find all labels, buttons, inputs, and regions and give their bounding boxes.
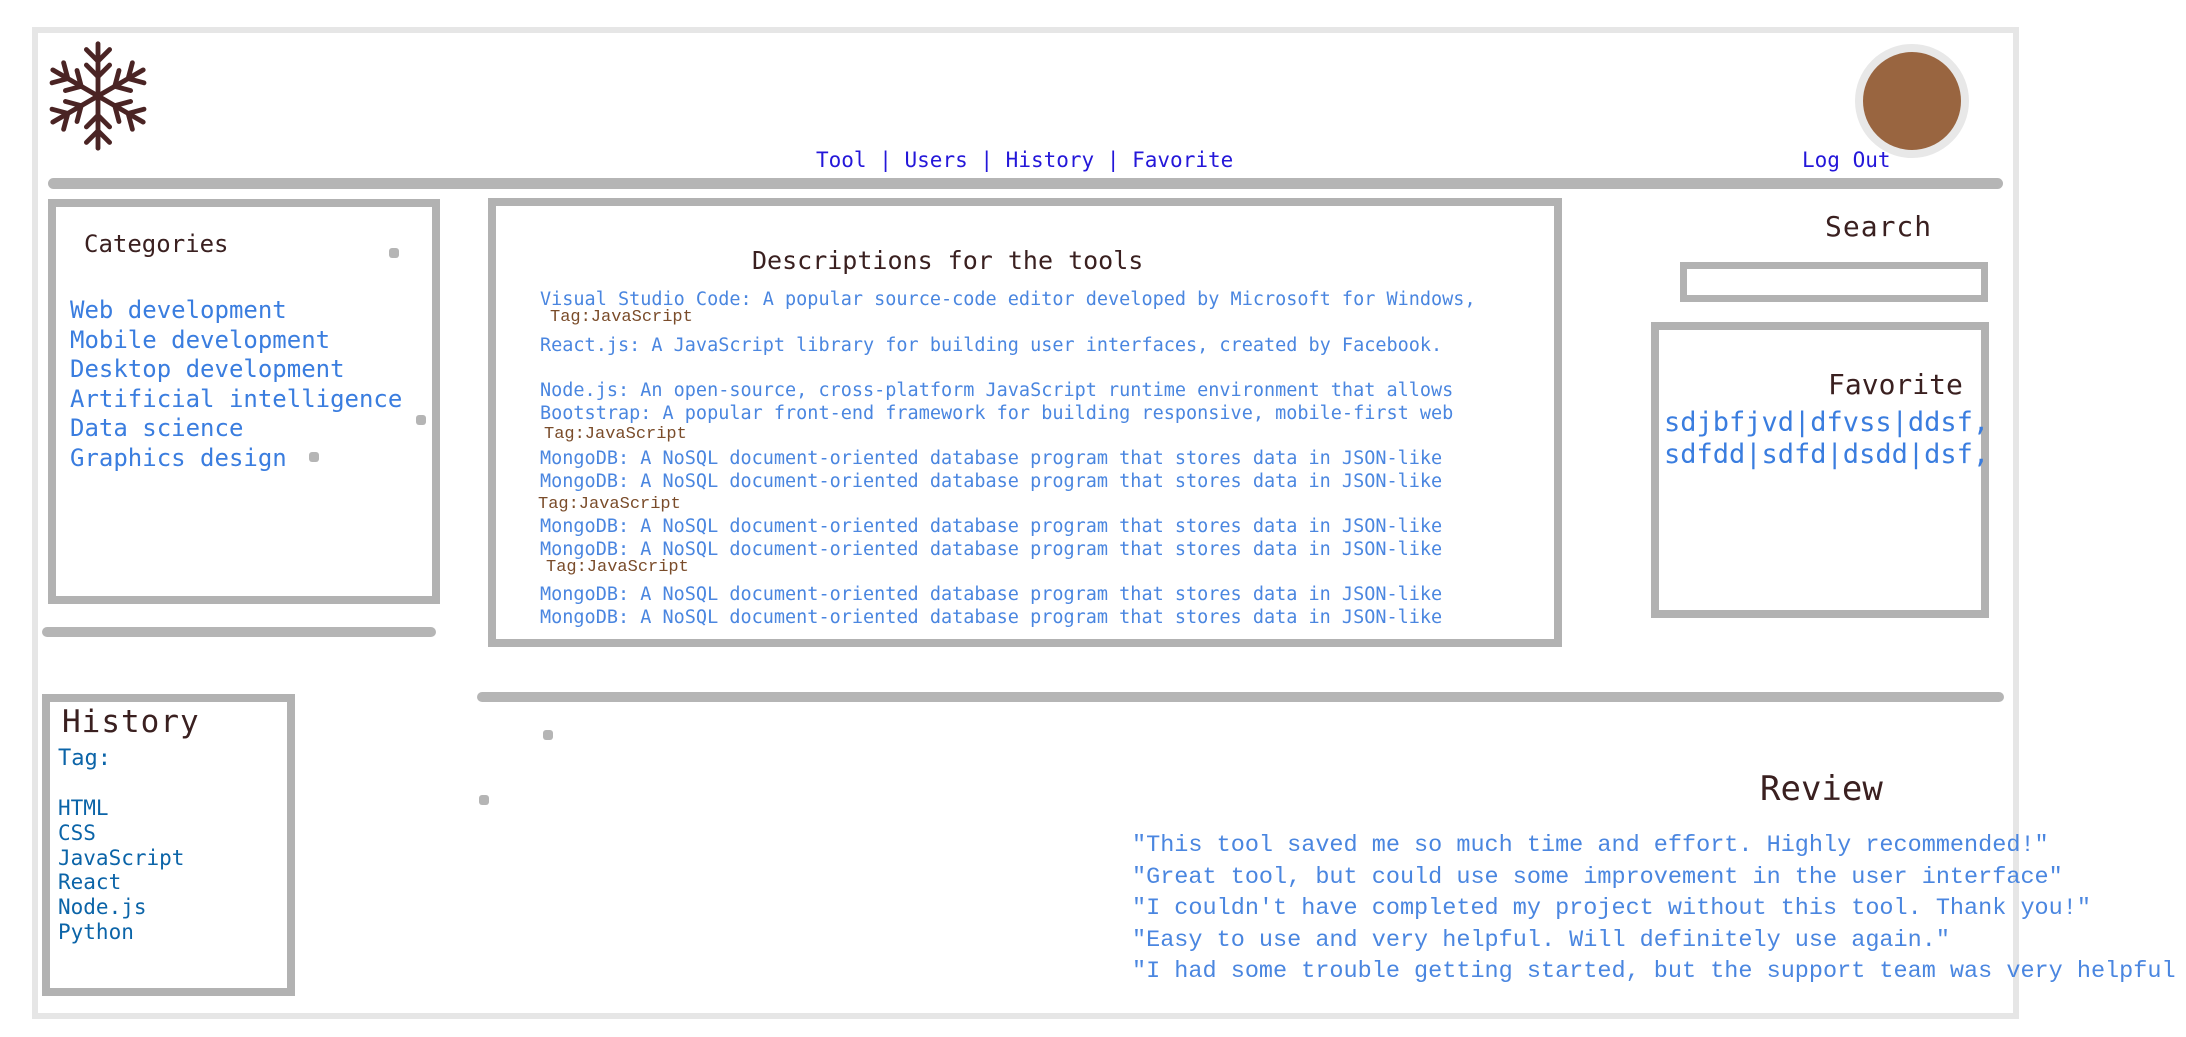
- review-title: Review: [1760, 769, 1883, 809]
- category-item[interactable]: Desktop development: [70, 355, 402, 385]
- favorite-title: Favorite: [1828, 368, 1963, 401]
- tag-label: Tag:JavaScript: [544, 425, 687, 444]
- review-item: "Easy to use and very helpful. Will defi…: [1132, 926, 1950, 954]
- review-list: "This tool saved me so much time and eff…: [1132, 830, 2176, 988]
- review-item: "This tool saved me so much time and eff…: [1132, 832, 2049, 859]
- review-dot: [479, 795, 489, 805]
- nav-favorite-link[interactable]: Favorite: [1132, 148, 1233, 172]
- history-item[interactable]: HTML: [58, 796, 184, 821]
- review-item: "I had some trouble getting started, but…: [1132, 958, 2176, 985]
- categories-divider: [42, 627, 436, 637]
- tool-description[interactable]: Bootstrap: A popular front-end framework…: [540, 403, 1453, 424]
- nav-tool-link[interactable]: Tool: [816, 148, 867, 172]
- category-item[interactable]: Mobile development: [70, 326, 402, 356]
- nav-separator: |: [967, 148, 1006, 172]
- search-title: Search: [1825, 210, 1933, 243]
- review-divider: [477, 692, 2004, 702]
- categories-dot: [389, 248, 399, 258]
- category-item[interactable]: Artificial intelligence: [70, 385, 402, 415]
- avatar[interactable]: [1855, 44, 1969, 158]
- tag-label: Tag:JavaScript: [538, 495, 681, 514]
- descriptions-title: Descriptions for the tools: [752, 246, 1144, 275]
- nav-users-link[interactable]: Users: [905, 148, 968, 172]
- review-dot: [543, 730, 553, 740]
- history-tag-label: Tag:: [58, 746, 111, 771]
- tool-description[interactable]: MongoDB: A NoSQL document-oriented datab…: [540, 539, 1442, 560]
- tool-description[interactable]: MongoDB: A NoSQL document-oriented datab…: [540, 448, 1442, 469]
- tag-label: Tag:JavaScript: [546, 558, 689, 577]
- history-item[interactable]: CSS: [58, 821, 184, 846]
- nav-history-link[interactable]: History: [1006, 148, 1095, 172]
- history-title: History: [62, 704, 200, 740]
- tool-description[interactable]: Visual Studio Code: A popular source-cod…: [540, 289, 1476, 310]
- tool-description[interactable]: MongoDB: A NoSQL document-oriented datab…: [540, 584, 1442, 605]
- favorite-list: sdjbfjvd|dfvss|ddsf, sdfdd|sdfd|dsdd|dsf…: [1664, 407, 1989, 471]
- favorite-line[interactable]: sdfdd|sdfd|dsdd|dsf,: [1664, 439, 1989, 471]
- categories-scrollbar[interactable]: [416, 415, 426, 425]
- category-item[interactable]: Graphics design: [70, 444, 402, 474]
- history-item[interactable]: JavaScript: [58, 846, 184, 871]
- tool-description[interactable]: MongoDB: A NoSQL document-oriented datab…: [540, 516, 1442, 537]
- nav-separator: |: [1094, 148, 1133, 172]
- category-item[interactable]: Web development: [70, 296, 402, 326]
- tool-description[interactable]: Node.js: An open-source, cross-platform …: [540, 380, 1453, 401]
- header-divider: [48, 178, 2003, 189]
- history-list: HTML CSS JavaScript React Node.js Python: [58, 796, 184, 945]
- nav-separator: |: [866, 148, 905, 172]
- favorite-line[interactable]: sdjbfjvd|dfvss|ddsf,: [1664, 407, 1989, 439]
- main-nav: Tool | Users | History | Favorite: [816, 148, 1233, 172]
- review-item: "Great tool, but could use some improvem…: [1132, 863, 2063, 891]
- history-item[interactable]: Python: [58, 920, 184, 945]
- tool-description[interactable]: MongoDB: A NoSQL document-oriented datab…: [540, 607, 1442, 628]
- snowflake-icon: [40, 41, 156, 154]
- history-item[interactable]: Node.js: [58, 895, 184, 920]
- search-input[interactable]: [1680, 262, 1988, 302]
- review-item: "I couldn't have completed my project wi…: [1132, 895, 2091, 922]
- category-item[interactable]: Data science: [70, 414, 402, 444]
- tool-description[interactable]: React.js: A JavaScript library for build…: [540, 335, 1442, 356]
- categories-list: Web development Mobile development Deskt…: [70, 296, 402, 473]
- tool-description[interactable]: MongoDB: A NoSQL document-oriented datab…: [540, 471, 1442, 492]
- tag-label: Tag:JavaScript: [550, 308, 693, 327]
- logout-link[interactable]: Log Out: [1802, 148, 1891, 172]
- history-item[interactable]: React: [58, 870, 184, 895]
- categories-title: Categories: [84, 230, 229, 258]
